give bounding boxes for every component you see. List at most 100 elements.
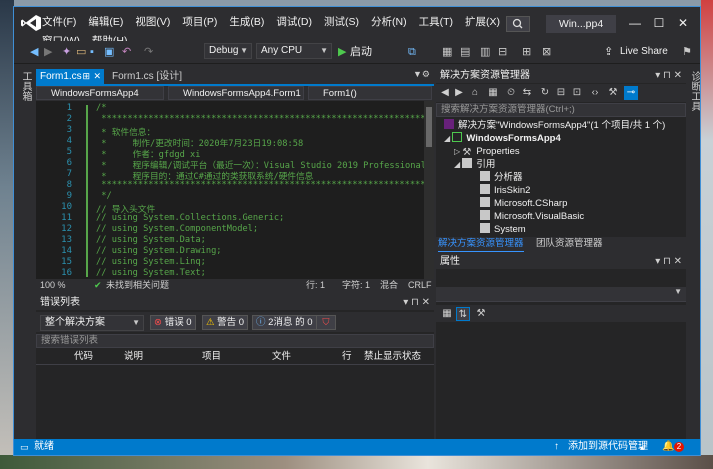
toolbar-tool-icon[interactable]: ⊞ <box>522 44 531 60</box>
close-button[interactable]: ✕ <box>672 13 694 33</box>
view-code-icon[interactable]: ‹› <box>588 86 602 100</box>
sync-icon[interactable]: ⇆ <box>520 86 534 100</box>
code-line: // using System.Drawing; <box>96 246 222 256</box>
collapse-all-icon[interactable]: ⊟ <box>554 86 568 100</box>
type-dropdown[interactable]: WindowsFormsApp4.Form1 <box>168 86 304 100</box>
tab-label: Form1.cs <box>40 71 82 82</box>
toolbar-tool-icon[interactable]: ▦ <box>442 44 452 60</box>
live-share-icon[interactable]: ⇪ <box>604 44 613 60</box>
live-share-button[interactable]: Live Share <box>620 44 668 60</box>
tree-node-reference[interactable]: Microsoft.CSharp <box>480 197 567 210</box>
diagnostic-tools-tab[interactable]: 诊断工具 <box>687 71 700 111</box>
menu-project[interactable]: 项目(P) <box>182 14 217 29</box>
vertical-scrollbar[interactable] <box>424 101 434 279</box>
tab-solution-explorer[interactable]: 解决方案资源管理器 <box>438 237 524 252</box>
show-all-files-icon[interactable]: ⊡ <box>570 86 584 100</box>
save-icon[interactable]: ▪ <box>90 44 94 60</box>
add-to-source-control-button[interactable]: 添加到源代码管理 <box>568 439 648 455</box>
pending-changes-icon[interactable]: ⏲ <box>504 86 518 100</box>
maximize-button[interactable]: ☐ <box>648 13 670 33</box>
toolbar-tool-icon[interactable]: ▤ <box>460 44 470 60</box>
code-editor[interactable]: 1 2 3 4 5 6 7 8 9 10 11 12 13 14 15 16 /* *************… <box>36 101 434 279</box>
menu-tools[interactable]: 工具(T) <box>419 14 453 29</box>
open-file-icon[interactable]: ▭ <box>76 44 86 60</box>
feedback-icon[interactable]: ⚑ <box>682 44 692 60</box>
error-list-search-input[interactable]: 搜索错误列表 <box>36 334 434 348</box>
property-pages-icon[interactable]: ⚒ <box>474 307 488 321</box>
tree-node-properties[interactable]: ▷ ⚒ Properties <box>454 145 520 158</box>
desktop-background-bottom <box>0 455 713 469</box>
column-project[interactable]: 项目 <box>202 350 221 364</box>
categorized-icon[interactable]: ▦ <box>440 307 454 321</box>
panel-controls-icon[interactable]: ▾ ⊓ ✕ <box>655 255 682 269</box>
messages-filter-button[interactable]: ⓘ 2消息 的 0 <box>252 315 317 330</box>
save-all-icon[interactable]: ▣ <box>104 44 114 60</box>
tab-list-chevron-icon[interactable]: ▼⚙ <box>413 69 430 80</box>
properties-wrench-icon[interactable]: ⚒ <box>606 86 620 100</box>
column-line[interactable]: 行 <box>342 350 352 364</box>
tree-node-reference[interactable]: System <box>480 223 526 236</box>
column-file[interactable]: 文件 <box>272 350 291 364</box>
alphabetical-icon[interactable]: ⇅ <box>456 307 470 321</box>
pin-icon[interactable]: ⊞ <box>82 69 90 84</box>
toolbar-tool-icon[interactable]: ▥ <box>480 44 490 60</box>
scrollbar-thumb[interactable] <box>426 107 432 147</box>
tree-node-reference[interactable]: IrisSkin2 <box>480 184 530 197</box>
back-icon[interactable]: ◀ <box>30 44 38 60</box>
menu-build[interactable]: 生成(B) <box>229 14 264 29</box>
toolbox-tab[interactable]: 工具箱 <box>18 71 33 101</box>
solution-platform-select[interactable]: Any CPU ▼ <box>256 43 332 59</box>
tree-node-analyzers[interactable]: 分析器 <box>480 171 523 184</box>
menu-extensions[interactable]: 扩展(X) <box>465 14 500 29</box>
search-button[interactable] <box>506 16 530 32</box>
solution-configuration-select[interactable]: Debug ▼ <box>204 43 252 59</box>
filter-button[interactable]: ⛉ <box>316 315 336 330</box>
menu-debug[interactable]: 调试(D) <box>276 14 312 29</box>
forward-icon[interactable]: ▶ <box>452 86 466 100</box>
tree-node-reference[interactable]: Microsoft.VisualBasic <box>480 210 584 223</box>
errors-filter-button[interactable]: ⊗ 错误 0 <box>150 315 196 330</box>
switch-views-icon[interactable]: ▦ <box>486 86 500 100</box>
menu-file[interactable]: 文件(F) <box>42 14 76 29</box>
tree-node-project[interactable]: ◢ WindowsFormsApp4 <box>444 132 561 145</box>
tree-node-references[interactable]: ◢ 引用 <box>454 158 495 171</box>
preview-selected-icon[interactable]: ⊸ <box>624 86 638 100</box>
issues-status[interactable]: 未找到相关问题 <box>106 279 169 292</box>
start-button[interactable]: 启动 <box>350 44 372 60</box>
line-ending-indicator[interactable]: CRLF <box>408 279 432 292</box>
refresh-icon[interactable]: ↻ <box>538 86 552 100</box>
forward-icon[interactable]: ▶ <box>44 44 52 60</box>
menu-edit[interactable]: 编辑(E) <box>88 14 123 29</box>
panel-controls-icon[interactable]: ▾ ⊓ ✕ <box>655 69 682 83</box>
tree-node-solution[interactable]: 解决方案"WindowsFormsApp4"(1 个项目/共 1 个) <box>444 119 665 132</box>
project-dropdown[interactable]: WindowsFormsApp4 <box>36 86 164 100</box>
tab-team-explorer[interactable]: 团队资源管理器 <box>536 237 603 251</box>
menu-analyze[interactable]: 分析(N) <box>371 14 407 29</box>
browser-link-icon[interactable]: ⧉ <box>408 44 416 60</box>
minimize-button[interactable]: — <box>624 13 646 33</box>
back-icon[interactable]: ◀ <box>438 86 452 100</box>
start-play-icon[interactable]: ▶ <box>338 44 346 60</box>
tab-form1-cs[interactable]: Form1.cs ⊞ ✕ <box>36 69 104 84</box>
panel-controls-icon[interactable]: ▾ ⊓ ✕ <box>403 296 430 310</box>
member-dropdown[interactable]: Form1() <box>308 86 432 100</box>
column-code[interactable]: 代码 <box>74 350 93 364</box>
column-description[interactable]: 说明 <box>124 350 143 364</box>
error-scope-select[interactable]: 整个解决方案 ▼ <box>40 315 144 331</box>
home-icon[interactable]: ⌂ <box>468 86 482 100</box>
menu-view[interactable]: 视图(V) <box>135 14 170 29</box>
properties-object-select[interactable]: ▼ <box>436 287 686 302</box>
close-icon[interactable]: ✕ <box>93 69 101 84</box>
zoom-level[interactable]: 100 % <box>40 279 66 292</box>
menu-test[interactable]: 测试(S) <box>324 14 359 29</box>
toolbar-tool-icon[interactable]: ⊟ <box>498 44 507 60</box>
redo-icon[interactable]: ↷ <box>144 44 153 60</box>
notifications-bell-icon[interactable]: 🔔 <box>662 439 674 455</box>
tab-form1-designer[interactable]: Form1.cs [设计] <box>108 69 198 84</box>
toolbar-tool-icon[interactable]: ⊠ <box>542 44 551 60</box>
new-project-icon[interactable]: ✦ <box>62 44 71 60</box>
column-suppression[interactable]: 禁止显示状态 <box>364 350 421 364</box>
undo-icon[interactable]: ↶ <box>122 44 131 60</box>
warnings-filter-button[interactable]: ⚠ 警告 0 <box>202 315 249 330</box>
solution-explorer-search-input[interactable]: 搜索解决方案资源管理器(Ctrl+;) <box>436 103 686 117</box>
